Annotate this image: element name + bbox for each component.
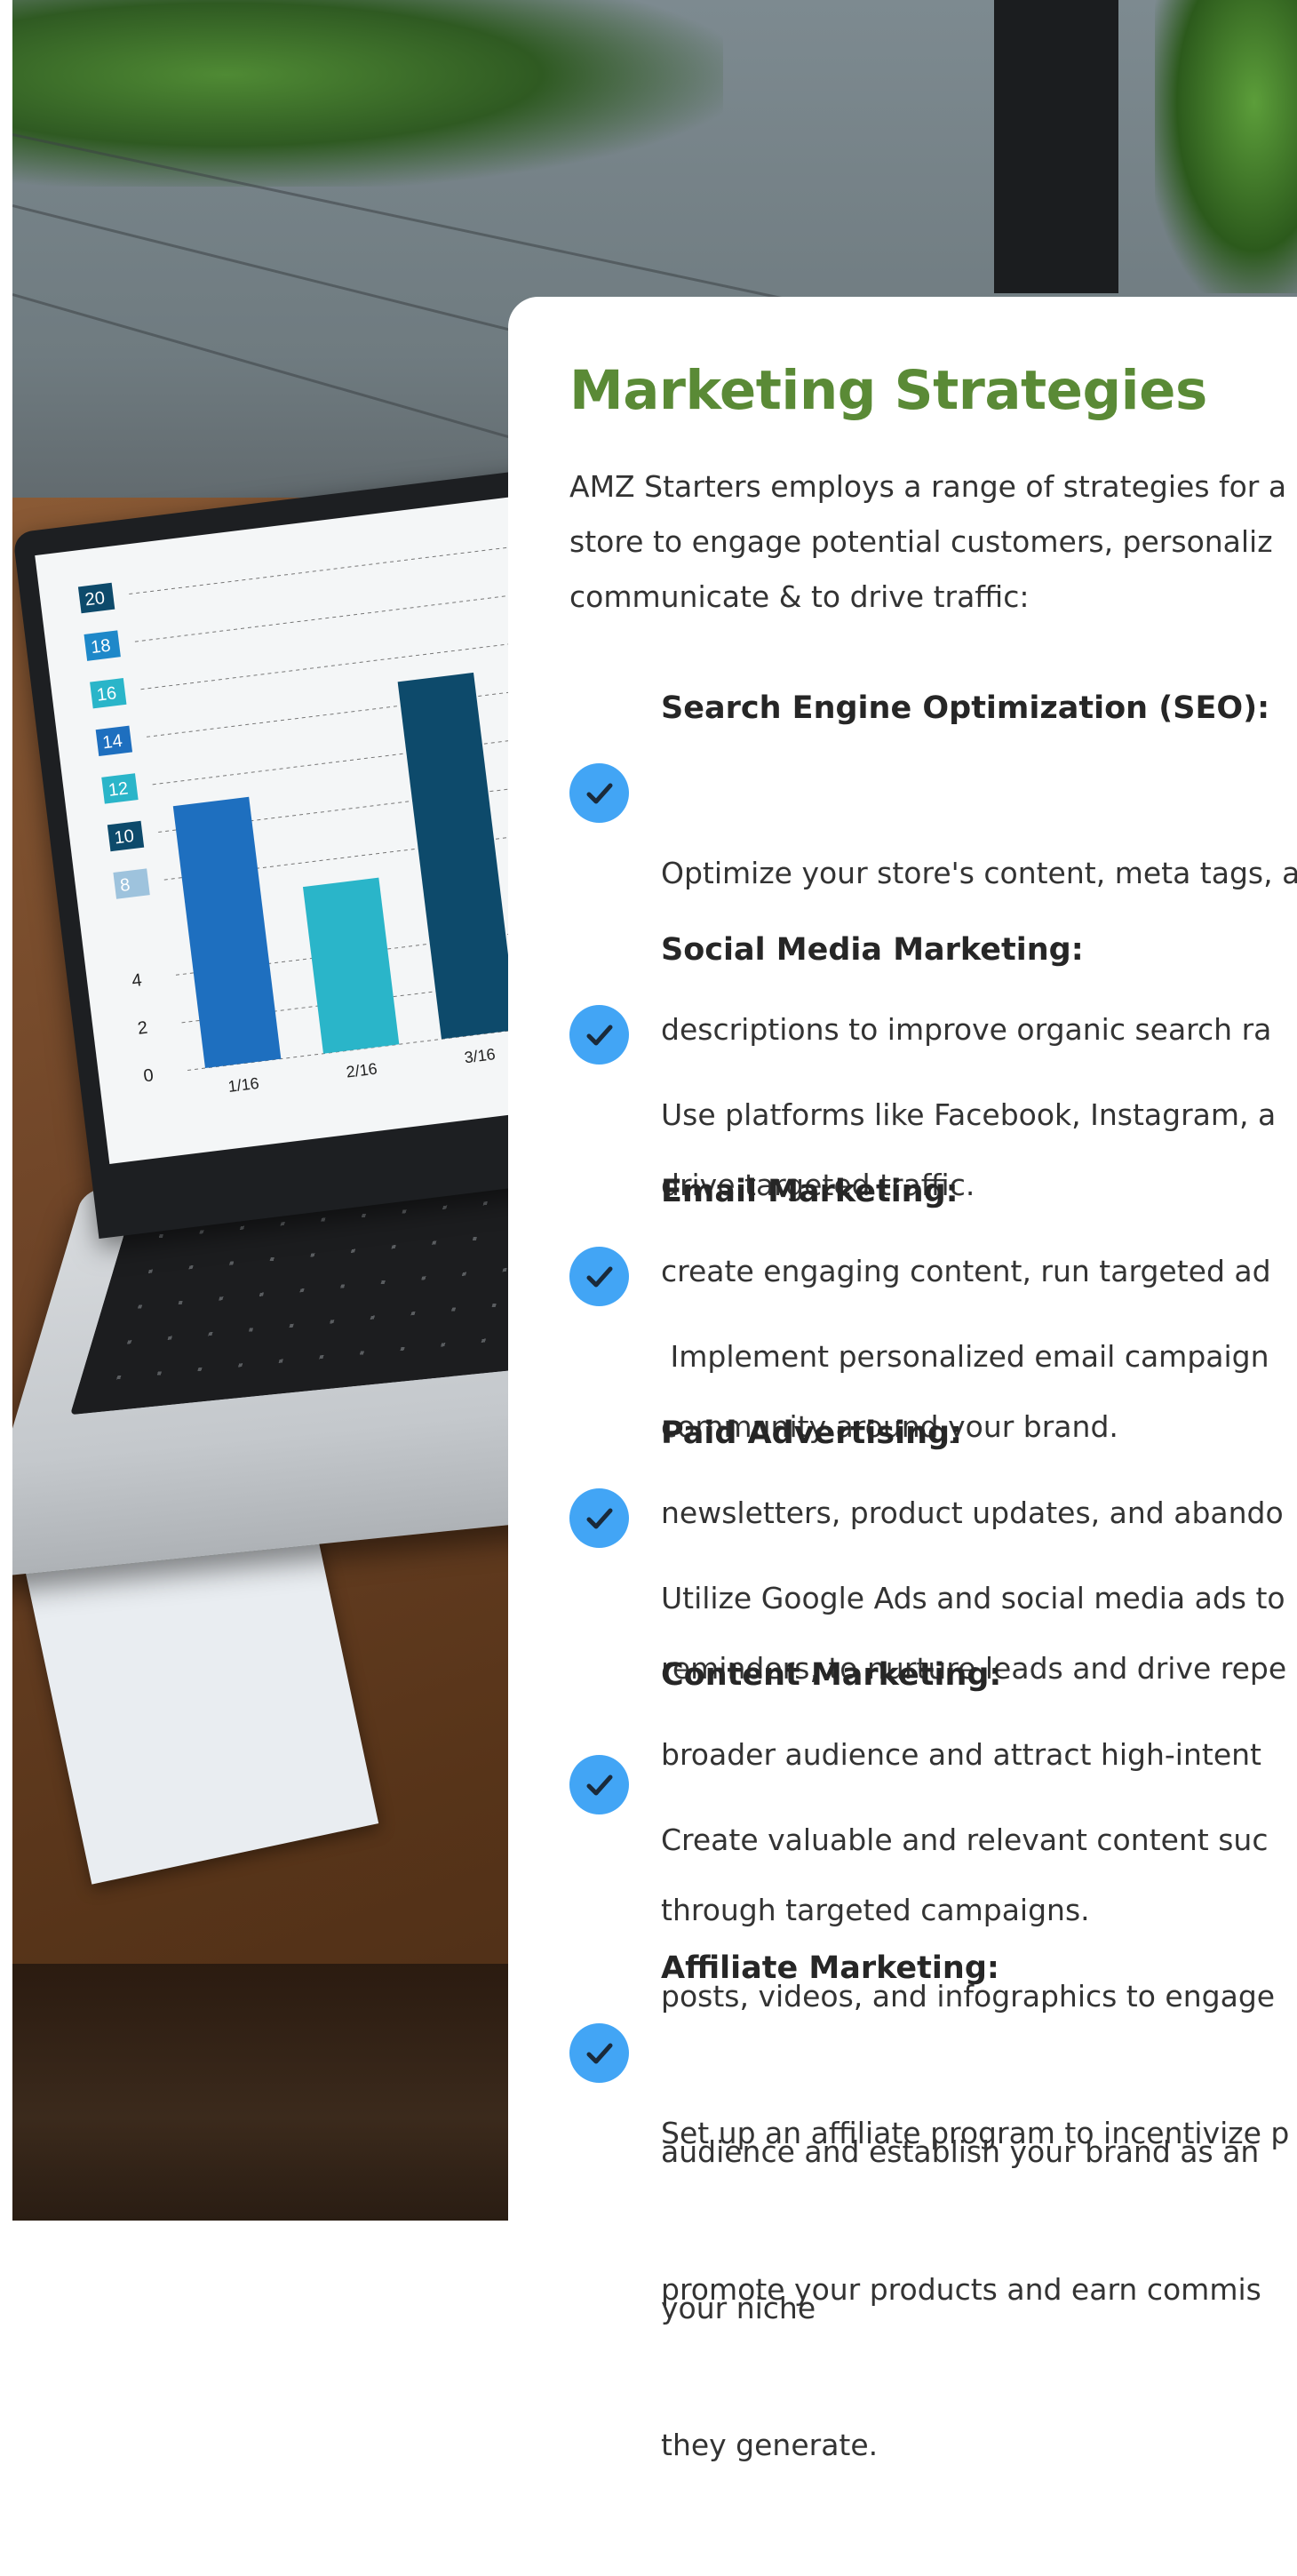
chart-gridline bbox=[134, 587, 568, 642]
description-line: Utilize Google Ads and social media ads … bbox=[661, 1581, 1285, 1615]
description-line: they generate. bbox=[661, 2428, 879, 2462]
strategy-title: Paid Advertising: bbox=[661, 1416, 963, 1451]
chart-tick-label: 14 bbox=[101, 731, 123, 754]
chart-tick-label: 16 bbox=[96, 683, 118, 706]
chart-tick-label: 18 bbox=[90, 636, 112, 658]
description-line: Use platforms like Facebook, Instagram, … bbox=[661, 1097, 1277, 1132]
description-line: Implement personalized email campaign bbox=[661, 1339, 1269, 1374]
strategy-title: Email Marketing: bbox=[661, 1174, 959, 1209]
strategy-title: Search Engine Optimization (SEO): bbox=[661, 690, 1270, 726]
chart-tick-label: 2 bbox=[137, 1018, 149, 1039]
check-circle-icon bbox=[569, 1488, 629, 1548]
page-title: Marketing Strategies bbox=[569, 359, 1207, 422]
check-circle-icon bbox=[569, 763, 629, 823]
chart-category-label: 3/16 bbox=[464, 1045, 497, 1066]
strategy-title: Content Marketing: bbox=[661, 1657, 1002, 1693]
page-left-margin bbox=[0, 0, 12, 2221]
chart-category-label: 1/16 bbox=[227, 1074, 260, 1096]
marketing-strategies-card: Marketing Strategies AMZ Starters employ… bbox=[508, 297, 1297, 2462]
plant-foliage-right bbox=[1155, 0, 1297, 293]
description-line: Optimize your store's content, meta tags… bbox=[661, 856, 1297, 890]
check-circle-icon bbox=[569, 1247, 629, 1306]
strategy-item-email: Email Marketing: Implement personalized … bbox=[569, 1174, 1297, 1686]
chart-tick-label: 12 bbox=[107, 778, 130, 801]
strategy-title: Social Media Marketing: bbox=[661, 932, 1084, 968]
chart-tick-label: 20 bbox=[84, 588, 106, 610]
chart-category-label: 2/16 bbox=[346, 1060, 378, 1081]
strategy-item-seo: Search Engine Optimization (SEO): Optimi… bbox=[569, 690, 1297, 1202]
intro-line: AMZ Starters employs a range of strategi… bbox=[569, 469, 1287, 504]
strategy-item-paid-ads: Paid Advertising: Utilize Google Ads and… bbox=[569, 1416, 1297, 1927]
strategy-title: Affiliate Marketing: bbox=[661, 1950, 999, 1986]
intro-line: store to engage potential customers, per… bbox=[569, 524, 1273, 559]
check-circle-icon bbox=[569, 1755, 629, 1814]
description-line: Set up an affiliate program to incentivi… bbox=[661, 2116, 1290, 2150]
chart-bar bbox=[302, 877, 400, 1054]
chart-bar bbox=[172, 796, 282, 1069]
strategy-item-affiliate: Affiliate Marketing: Set up an affiliate… bbox=[569, 1950, 1297, 2462]
intro-paragraph: AMZ Starters employs a range of strategi… bbox=[569, 459, 1297, 625]
check-circle-icon bbox=[569, 1005, 629, 1065]
chart-tick-label: 4 bbox=[131, 970, 143, 991]
chart-tick-label: 0 bbox=[142, 1065, 155, 1086]
chart-gridline bbox=[129, 540, 561, 595]
dark-post bbox=[994, 0, 1118, 293]
description-line: promote your products and earn commis bbox=[661, 2271, 1261, 2307]
intro-line: communicate & to drive traffic: bbox=[569, 579, 1030, 614]
chart-tick-label: 10 bbox=[113, 826, 135, 849]
strategy-item-social-media: Social Media Marketing: Use platforms li… bbox=[569, 932, 1297, 1444]
check-circle-icon bbox=[569, 2023, 629, 2083]
description-line: Create valuable and relevant content suc bbox=[661, 1822, 1269, 1857]
strategy-item-content: Content Marketing: Create valuable and r… bbox=[569, 1657, 1297, 2325]
strategy-description: Set up an affiliate program to incentivi… bbox=[661, 2004, 1289, 2576]
chart-bar bbox=[397, 672, 518, 1040]
chart-tick-badge bbox=[113, 868, 150, 899]
